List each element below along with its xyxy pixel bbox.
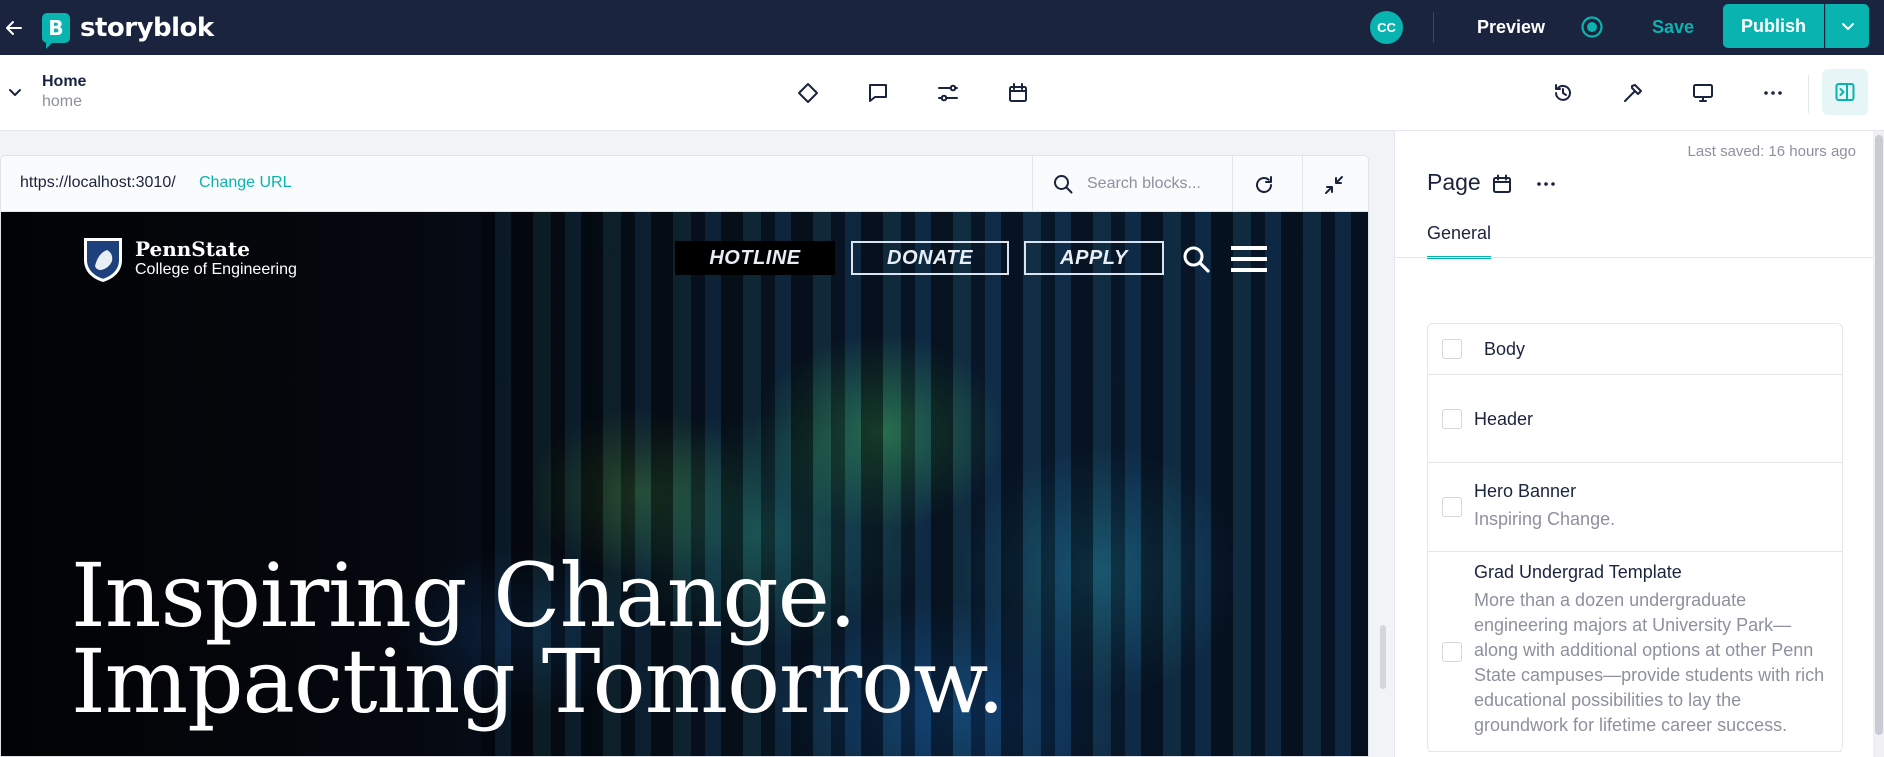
pennstate-name: PennState [135,237,250,261]
panel-resize-handle[interactable] [1380,625,1386,689]
block-list: Body Header Hero Banner Inspiring Change… [1427,323,1843,752]
content-more-button[interactable] [1531,171,1561,197]
panel-toggle-button[interactable] [1822,69,1868,115]
user-avatar[interactable]: CC [1370,11,1403,44]
block-checkbox[interactable] [1442,642,1462,662]
url-bar-divider [1232,156,1233,212]
block-checkbox[interactable] [1442,497,1462,517]
save-button[interactable]: Save [1638,8,1708,46]
search-blocks [1033,156,1237,212]
tabs-divider [1395,257,1873,258]
pennstate-logo-text: PennState College of Engineering [135,238,297,280]
story-toolbar: Home home [0,55,1884,131]
calendar-icon [1493,174,1511,193]
block-preview-text: Inspiring Change. [1474,509,1616,529]
apply-link[interactable]: APPLY [1024,241,1164,275]
block-item-header[interactable]: Header [1428,375,1842,463]
story-title: Home [42,73,87,90]
dev-tools-button[interactable] [1617,77,1649,109]
content-panel: Last saved: 16 hours ago Page General Bo… [1394,131,1884,757]
site-search-button[interactable] [1181,244,1211,274]
preview-url: https://localhost:3010/ [20,174,176,191]
block-name: Hero Banner [1474,481,1577,501]
search-blocks-input[interactable] [1087,175,1237,193]
back-button[interactable] [0,0,28,55]
chevron-down-icon [9,89,21,96]
more-icon [1764,91,1782,95]
top-bar: B storyblok CC Preview Save Publish [0,0,1884,55]
search-icon [1053,172,1073,196]
donate-link[interactable]: DONATE [851,241,1009,275]
scrollbar-thumb[interactable] [1875,135,1883,735]
status-indicator-icon[interactable] [1578,13,1606,41]
hero-heading-line-1: Inspiring Change. [71,544,857,647]
refresh-icon [1256,176,1272,193]
visual-editor-canvas: https://localhost:3010/ Change URL Searc… [0,131,1394,757]
block-checkbox[interactable] [1442,339,1462,359]
change-url-link[interactable]: Change URL [199,174,292,192]
story-slug: home [42,93,83,110]
preview-button[interactable]: Preview [1456,8,1566,46]
toolbar-divider [1808,75,1809,113]
publish-button[interactable]: Publish [1723,4,1824,48]
device-preview-button[interactable] [1687,77,1719,109]
hamburger-menu-icon[interactable] [1231,246,1267,272]
schedule-button[interactable] [1002,77,1034,109]
hammer-icon [1624,84,1642,102]
more-options-button[interactable] [1757,77,1789,109]
chevron-down-icon [1841,23,1854,30]
content-type-icon[interactable] [1489,171,1515,197]
brand-name: storyblok [80,12,214,43]
monitor-icon [1693,84,1713,102]
refresh-button[interactable] [1249,170,1279,200]
topbar-divider [1433,12,1434,43]
last-saved-status: Last saved: 16 hours ago [1687,143,1856,160]
college-name: College of Engineering [135,261,297,278]
block-name: Body [1484,339,1526,359]
block-item-hero-banner[interactable]: Hero Banner Inspiring Change. [1428,463,1842,552]
component-button[interactable] [792,77,824,109]
site-preview[interactable]: PennState College of Engineering HOTLINE… [1,212,1368,756]
comment-icon [869,84,887,102]
storyblok-logo-icon: B [42,12,70,49]
content-type-title: Page [1427,169,1481,195]
url-bar-divider [1302,156,1303,212]
tab-general[interactable]: General [1427,223,1492,259]
block-item-grad-undergrad-template[interactable]: Grad Undergrad Template More than a doze… [1428,552,1842,752]
component-icon [798,83,818,103]
block-preview-text: More than a dozen undergraduate engineer… [1474,590,1825,735]
preview-url-bar: https://localhost:3010/ Change URL [1,156,1368,212]
arrow-left-icon [6,20,22,35]
sidebar-toggle-icon [1835,83,1855,101]
history-icon [1555,84,1571,101]
collapse-icon [1325,176,1343,194]
shield-icon [84,238,122,282]
brand[interactable]: B storyblok [42,12,214,49]
settings-sliders-icon [938,84,958,102]
block-item-body[interactable]: Body [1428,324,1842,375]
more-icon [1537,182,1555,186]
story-toggle-button[interactable] [4,81,26,103]
hotline-link[interactable]: HOTLINE [675,241,835,275]
publish-options-button[interactable] [1825,4,1869,48]
block-checkbox[interactable] [1442,409,1462,429]
settings-button[interactable] [932,77,964,109]
comments-button[interactable] [862,77,894,109]
calendar-icon [1009,83,1027,102]
collapse-button[interactable] [1319,170,1349,200]
preview-frame: https://localhost:3010/ Change URL Searc… [0,155,1369,757]
hero-heading-line-2: Impacting Tomorrow. [71,630,1005,733]
search-icon [1183,246,1210,273]
panel-scrollbar[interactable] [1873,131,1884,757]
block-name: Header [1474,409,1534,429]
pennstate-logo[interactable]: PennState College of Engineering [81,234,297,284]
block-name: Grad Undergrad Template [1474,562,1682,582]
history-button[interactable] [1547,77,1579,109]
